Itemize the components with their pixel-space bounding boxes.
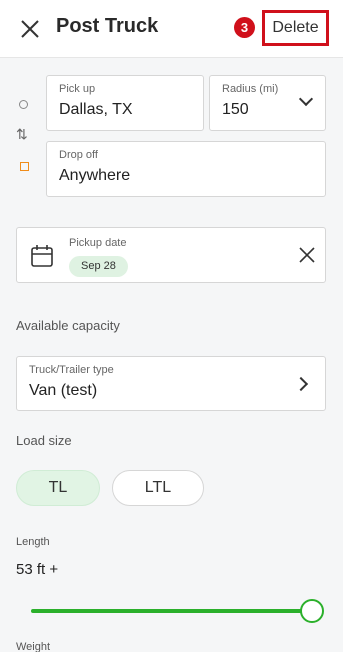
capacity-heading: Available capacity <box>16 318 120 333</box>
origin-dot-icon <box>19 100 28 109</box>
pickup-field[interactable]: Pick up Dallas, TX <box>46 75 204 131</box>
load-size-ltl-option[interactable]: LTL <box>112 470 204 506</box>
pickup-label: Pick up <box>59 83 96 95</box>
truck-type-select[interactable]: Truck/Trailer type Van (test) <box>16 356 326 411</box>
date-chip[interactable]: Sep 28 <box>69 256 128 277</box>
step-badge: 3 <box>234 17 255 38</box>
pickup-date-label: Pickup date <box>69 237 127 249</box>
destination-square-icon <box>20 162 29 171</box>
chevron-right-icon <box>293 376 309 392</box>
pickup-value: Dallas, TX <box>59 101 133 118</box>
truck-type-label: Truck/Trailer type <box>29 364 114 376</box>
radius-select[interactable]: Radius (mi) 150 <box>209 75 326 131</box>
weight-label: Weight <box>16 641 51 652</box>
header: Post Truck 3 Delete <box>0 0 343 58</box>
calendar-icon <box>31 245 53 272</box>
length-slider-thumb[interactable] <box>300 599 324 623</box>
load-size-tl-option[interactable]: TL <box>16 470 100 506</box>
dropoff-field[interactable]: Drop off Anywhere <box>46 141 326 197</box>
length-value: 53 ft + <box>16 561 59 578</box>
truck-type-value: Van (test) <box>29 382 98 399</box>
chevron-down-icon <box>298 91 314 107</box>
radius-value: 150 <box>222 101 249 118</box>
radius-label: Radius (mi) <box>222 83 279 95</box>
length-slider-track[interactable] <box>31 609 312 613</box>
delete-button[interactable]: Delete <box>262 10 329 46</box>
clear-date-icon[interactable] <box>299 247 315 268</box>
dropoff-label: Drop off <box>59 149 98 161</box>
swap-icon[interactable]: ⇅ <box>16 127 28 141</box>
length-label: Length <box>16 536 50 548</box>
close-icon[interactable] <box>18 17 44 43</box>
pickup-date-field[interactable]: Pickup date Sep 28 <box>16 227 326 283</box>
page-title: Post Truck <box>56 15 159 37</box>
dropoff-value: Anywhere <box>59 167 131 184</box>
load-size-heading: Load size <box>16 433 72 448</box>
